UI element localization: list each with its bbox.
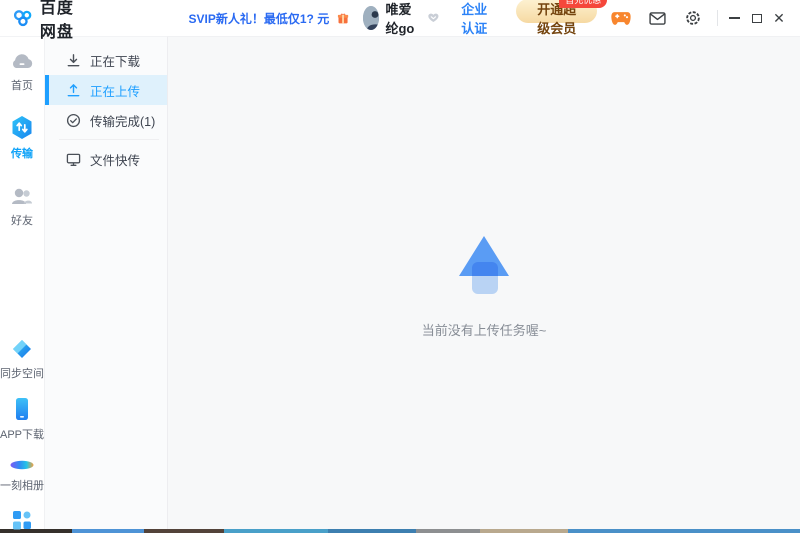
phone-icon [16,398,28,420]
maximize-button[interactable] [746,5,768,31]
sidebar-item-label: 传输 [11,148,33,160]
empty-state-text: 当前没有上传任务喔~ [421,323,547,338]
sidebar-item-friends[interactable]: 好友 [10,185,34,228]
panel-item-label: 传输完成(1) [90,114,156,129]
panel-divider [59,139,160,140]
panel-item-uploading[interactable]: 正在上传 [45,75,168,105]
gift-icon[interactable] [337,10,349,27]
titlebar-separator [717,10,718,26]
tools-grid-icon [13,511,31,530]
user-account-chip[interactable]: 唯爱纶go [363,0,439,37]
app-window: 百度网盘 SVIP新人礼！最低仅1? 元 唯爱纶go 企业认证 开通超级会员 ✕… [0,0,800,530]
panel-item-label: 正在上传 [90,84,141,99]
cloud-icon [13,54,33,68]
messages-icon[interactable] [647,9,667,27]
minimize-button[interactable] [724,5,746,31]
upload-icon [67,83,80,96]
panel-item-quick-transfer[interactable]: 文件快传 [45,144,167,174]
sidebar-item-home[interactable]: 首页 [10,50,34,93]
panel-item-completed[interactable]: 传输完成(1) [45,105,167,135]
window-controls: ✕ [724,5,790,31]
upload-task-area: 当前没有上传任务喔~ [168,36,800,529]
settings-gear-icon[interactable] [683,9,703,27]
panel-item-downloading[interactable]: 正在下载 [45,45,167,75]
sidebar-item-label: 首页 [11,80,33,92]
panel-item-label: 正在下载 [90,54,141,69]
avatar[interactable] [363,6,380,30]
monitor-icon [66,153,81,166]
desktop-edge-strip [0,529,800,533]
sync-space-icon [13,340,31,358]
enterprise-cert-link[interactable]: 企业认证 [461,0,498,37]
sidebar-item-label: 好友 [11,215,33,227]
app-title: 百度网盘 [39,0,74,41]
sidebar-item-transfer[interactable]: 传输 [10,115,34,161]
left-sidebar: 首页 传输 好友 同步空间 APP下载 一刻相册 [0,36,46,530]
game-center-icon[interactable] [611,9,631,27]
sidebar-item-photos[interactable]: 一刻相册 [0,458,44,493]
titlebar-icons [611,9,703,27]
sidebar-item-tools[interactable]: 工具 [11,509,33,533]
close-button[interactable]: ✕ [768,5,790,31]
titlebar: 百度网盘 SVIP新人礼！最低仅1? 元 唯爱纶go 企业认证 开通超级会员 ✕ [0,0,800,41]
friends-icon [12,188,32,204]
username-label: 唯爱纶go [385,2,415,36]
transfer-panel: 正在下载 正在上传 传输完成(1) 文件快传 [45,36,169,529]
app-body: 首页 传输 好友 同步空间 APP下载 一刻相册 正在下载 正在上传 传输完成(… [0,36,800,530]
svip-upgrade: 开通超级会员 首充优惠 [516,0,608,38]
sidebar-item-app-download[interactable]: APP下载 [0,397,44,442]
photo-album-icon [10,460,34,470]
vip-level-badge-icon[interactable] [428,11,439,25]
svip-promo-link[interactable]: SVIP新人礼！最低仅1? 元 [189,10,330,27]
baidu-netdisk-logo-icon [14,10,32,27]
download-icon [67,53,80,66]
upload-empty-illustration-icon [459,236,509,294]
sidebar-item-label: 一刻相册 [0,480,44,492]
transfer-hexagon-icon [12,116,32,139]
avatar-image [363,6,380,30]
panel-item-label: 文件快传 [90,153,141,168]
sidebar-item-label: 同步空间 [0,368,44,380]
sidebar-item-label: APP下载 [0,429,45,441]
first-charge-badge: 首充优惠 [559,0,608,8]
sidebar-item-sync-space[interactable]: 同步空间 [0,338,44,381]
check-circle-icon [66,113,81,127]
app-logo: 百度网盘 [14,0,87,42]
